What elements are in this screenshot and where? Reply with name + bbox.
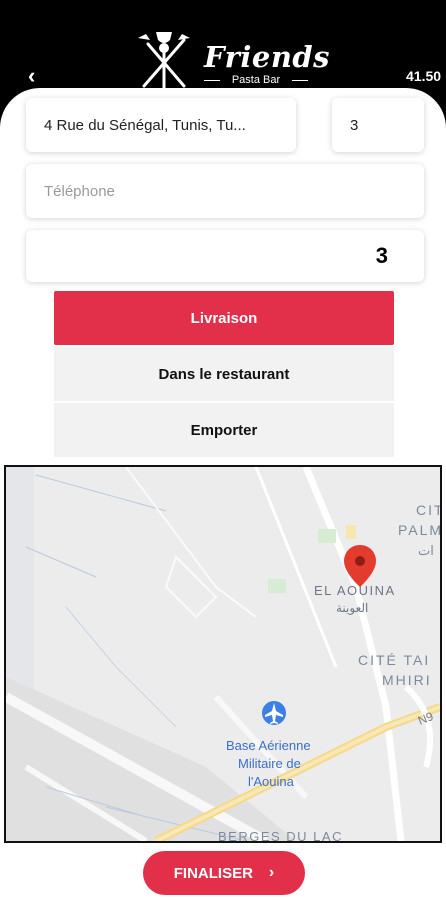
airport-icon — [262, 701, 286, 725]
map-label-base-2: Militaire de — [238, 756, 301, 771]
chevron-right-icon: › — [268, 864, 275, 881]
map-label-cite-palm-2: PALM — [398, 522, 440, 538]
quantity-field[interactable]: 3 — [26, 230, 424, 282]
chevron-left-icon: ‹ — [28, 63, 36, 88]
street-number-field[interactable]: 3 — [332, 98, 424, 152]
map-label-el-aouina-ar: العوينة — [336, 601, 368, 615]
map-label-base-3: l'Aouina — [248, 774, 295, 789]
map-label-el-aouina: EL AOUINA — [314, 583, 396, 598]
back-button[interactable]: ‹ — [28, 64, 48, 88]
option-dans-le-restaurant[interactable]: Dans le restaurant — [54, 347, 394, 401]
map-label-cite-tai: CITÉ TAI — [358, 652, 430, 668]
map-label-cite-palm-ar: ات — [418, 543, 434, 558]
phone-field[interactable]: Téléphone — [26, 164, 424, 218]
map-label-berges: BERGES DU LAC — [218, 829, 343, 841]
map-label-mhiri: MHIRI — [382, 672, 432, 688]
logo-subtitle: Pasta Bar — [204, 74, 308, 86]
cutlery-logo-icon — [138, 32, 190, 92]
street-number-value: 3 — [350, 116, 359, 134]
option-emporter[interactable]: Emporter — [54, 403, 394, 457]
logo-title: Friends — [204, 40, 331, 74]
finalize-button[interactable]: FINALISER › — [143, 851, 305, 895]
map-label-cite-palm-1: CIT — [416, 502, 440, 518]
map-label-base-1: Base Aérienne — [226, 738, 311, 753]
cart-total: 41.50 — [406, 68, 442, 84]
finalize-label: FINALISER — [173, 864, 253, 882]
logo: Friends Pasta Bar — [134, 26, 330, 92]
map-view[interactable]: CIT PALM ات EL AOUINA العوينة CITÉ TAI M… — [4, 465, 442, 843]
phone-placeholder: Téléphone — [44, 182, 115, 200]
option-livraison[interactable]: Livraison — [54, 291, 394, 345]
address-field[interactable]: 4 Rue du Sénégal, Tunis, Tu... — [26, 98, 296, 152]
quantity-value: 3 — [375, 243, 388, 268]
address-value: 4 Rue du Sénégal, Tunis, Tu... — [44, 116, 246, 134]
